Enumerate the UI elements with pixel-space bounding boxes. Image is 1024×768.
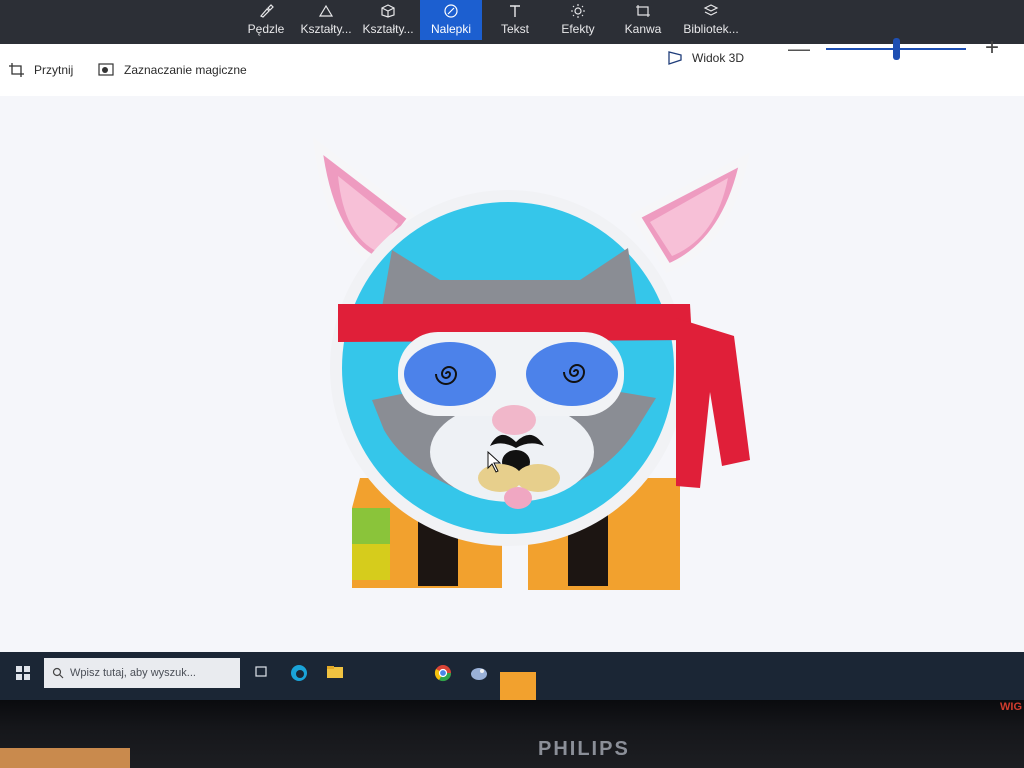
headband-tail xyxy=(676,318,750,488)
file-explorer-icon[interactable] xyxy=(326,664,344,680)
tongue xyxy=(504,487,532,509)
paint3d-window: Pędzle Kształty... Kształty... Nalepki T… xyxy=(0,0,1024,700)
monitor-brand-logo: PHILIPS xyxy=(538,738,630,760)
monitor-bezel-bottom xyxy=(0,700,1024,768)
nose xyxy=(492,405,536,435)
taskbar-search-box[interactable]: Wpisz tutaj, aby wyszuk... xyxy=(44,658,240,688)
body-green-block xyxy=(352,508,390,544)
desk-surface xyxy=(0,748,130,768)
goggle-right-lens xyxy=(526,342,618,406)
tray-label: WIG xyxy=(1000,701,1022,713)
paint3d-app-icon[interactable] xyxy=(470,664,488,682)
search-icon xyxy=(52,667,64,679)
search-placeholder: Wpisz tutaj, aby wyszuk... xyxy=(70,667,196,679)
chrome-browser-icon[interactable] xyxy=(434,664,452,682)
edge-browser-icon[interactable] xyxy=(290,664,308,682)
body-yellow-block xyxy=(352,544,390,580)
cat-sticker-artwork[interactable] xyxy=(0,0,1024,700)
windows-start-icon[interactable] xyxy=(6,658,40,688)
taskbar-active-indicator xyxy=(500,672,536,700)
windows-taskbar: Wpisz tutaj, aby wyszuk... xyxy=(0,652,1024,700)
task-view-icon[interactable] xyxy=(254,664,270,680)
